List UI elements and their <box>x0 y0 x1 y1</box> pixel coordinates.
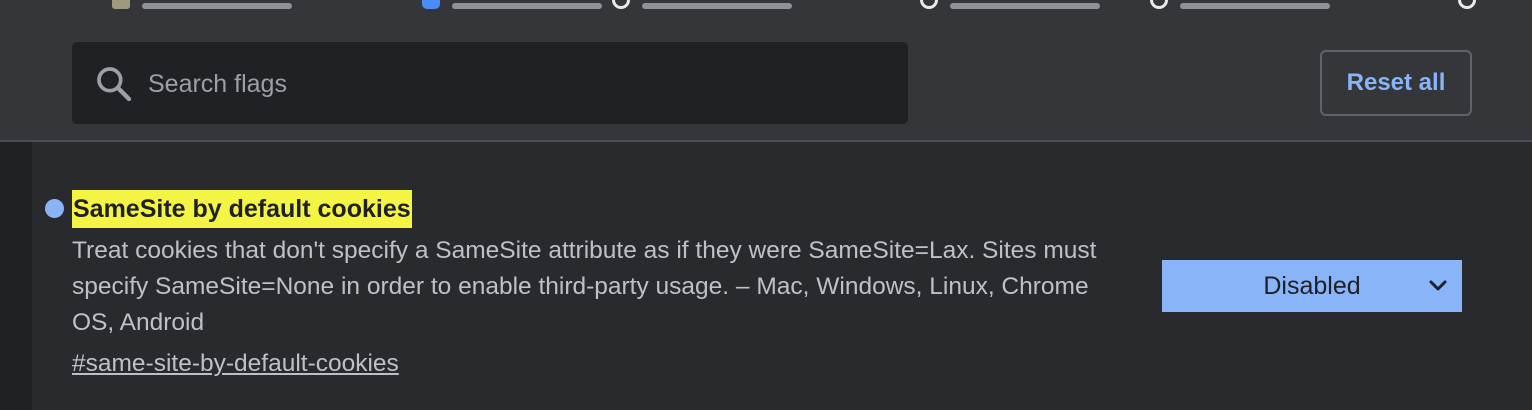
bookmark-label <box>1180 3 1330 9</box>
flag-state-select[interactable]: Disabled <box>1162 260 1462 312</box>
selected-option-label: Disabled <box>1263 271 1361 300</box>
globe-icon <box>1458 0 1476 9</box>
search-box[interactable] <box>72 42 908 126</box>
bookmark-label <box>452 3 602 9</box>
modified-indicator-dot <box>45 199 64 218</box>
bookmark-item[interactable] <box>422 0 602 9</box>
bookmark-label <box>142 3 292 9</box>
flags-header: Reset all <box>0 24 1532 142</box>
flag-permalink[interactable]: #same-site-by-default-cookies <box>72 346 399 382</box>
flag-description: Treat cookies that don't specify a SameS… <box>72 237 1097 336</box>
bookmark-item[interactable] <box>1458 0 1476 9</box>
globe-icon <box>920 0 938 9</box>
bookmark-item[interactable] <box>920 0 1100 9</box>
bookmark-item[interactable] <box>1150 0 1330 9</box>
bookmark-item[interactable] <box>112 0 292 9</box>
chevron-down-icon <box>1429 280 1447 291</box>
reset-all-button[interactable]: Reset all <box>1320 50 1472 116</box>
site-favicon-icon <box>112 0 130 9</box>
site-favicon-icon <box>422 0 440 9</box>
globe-icon <box>1150 0 1168 9</box>
bookmark-label <box>642 3 792 9</box>
bookmarks-bar <box>0 0 1532 24</box>
bookmark-item[interactable] <box>612 0 792 9</box>
search-icon <box>97 67 132 102</box>
globe-icon <box>612 0 630 9</box>
bookmark-label <box>950 3 1100 9</box>
flag-title: SameSite by default cookies <box>72 190 412 228</box>
search-input[interactable] <box>146 42 890 126</box>
